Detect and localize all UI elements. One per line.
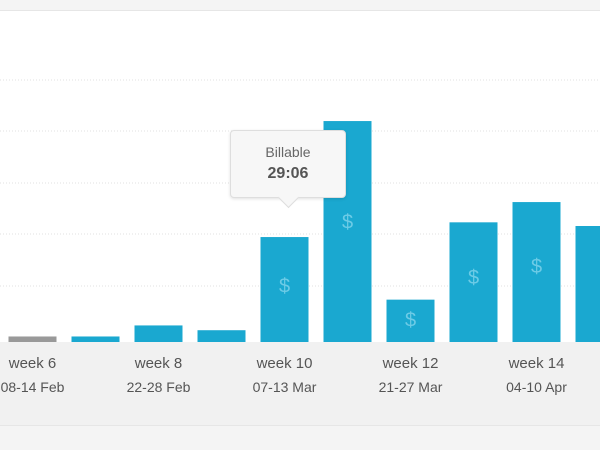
weekly-hours-bar-chart: $ $ $ $ $ week 6 08-14 Feb week 8 22-28 Feb week…: [0, 79, 600, 425]
x-tick-date-range: 08-14 Feb: [1, 379, 65, 395]
x-tick-week-label: week 14: [508, 355, 565, 372]
x-tick-week-label: week 10: [256, 355, 313, 372]
bar-week-8: [134, 325, 183, 342]
dollar-icon: $: [279, 275, 290, 297]
dollar-icon: $: [531, 256, 542, 278]
dollar-icon: $: [342, 211, 353, 233]
x-tick-date-range: 04-10 Apr: [506, 379, 567, 395]
dollar-icon: $: [405, 310, 416, 332]
x-tick-week-label: week 12: [382, 355, 439, 372]
tooltip-value: 29:06: [267, 165, 309, 182]
bar-week-9: [197, 330, 246, 342]
dollar-icon: $: [468, 267, 479, 289]
bar-week-7: [71, 336, 120, 342]
bar-tooltip: Billable 29:06: [230, 130, 346, 209]
x-tick-date-range: 07-13 Mar: [253, 379, 317, 395]
bar-week-15: [575, 226, 600, 342]
tooltip-label: Billable: [265, 144, 311, 160]
bar-week-6: [8, 336, 57, 342]
x-tick-date-range: 22-28 Feb: [127, 379, 191, 395]
chart-panel: $ $ $ $ $ week 6 08-14 Feb week 8 22-28 Feb week…: [0, 10, 600, 426]
x-tick-week-label: week 6: [8, 355, 57, 372]
x-tick-date-range: 21-27 Mar: [379, 379, 443, 395]
x-tick-week-label: week 8: [134, 355, 183, 372]
